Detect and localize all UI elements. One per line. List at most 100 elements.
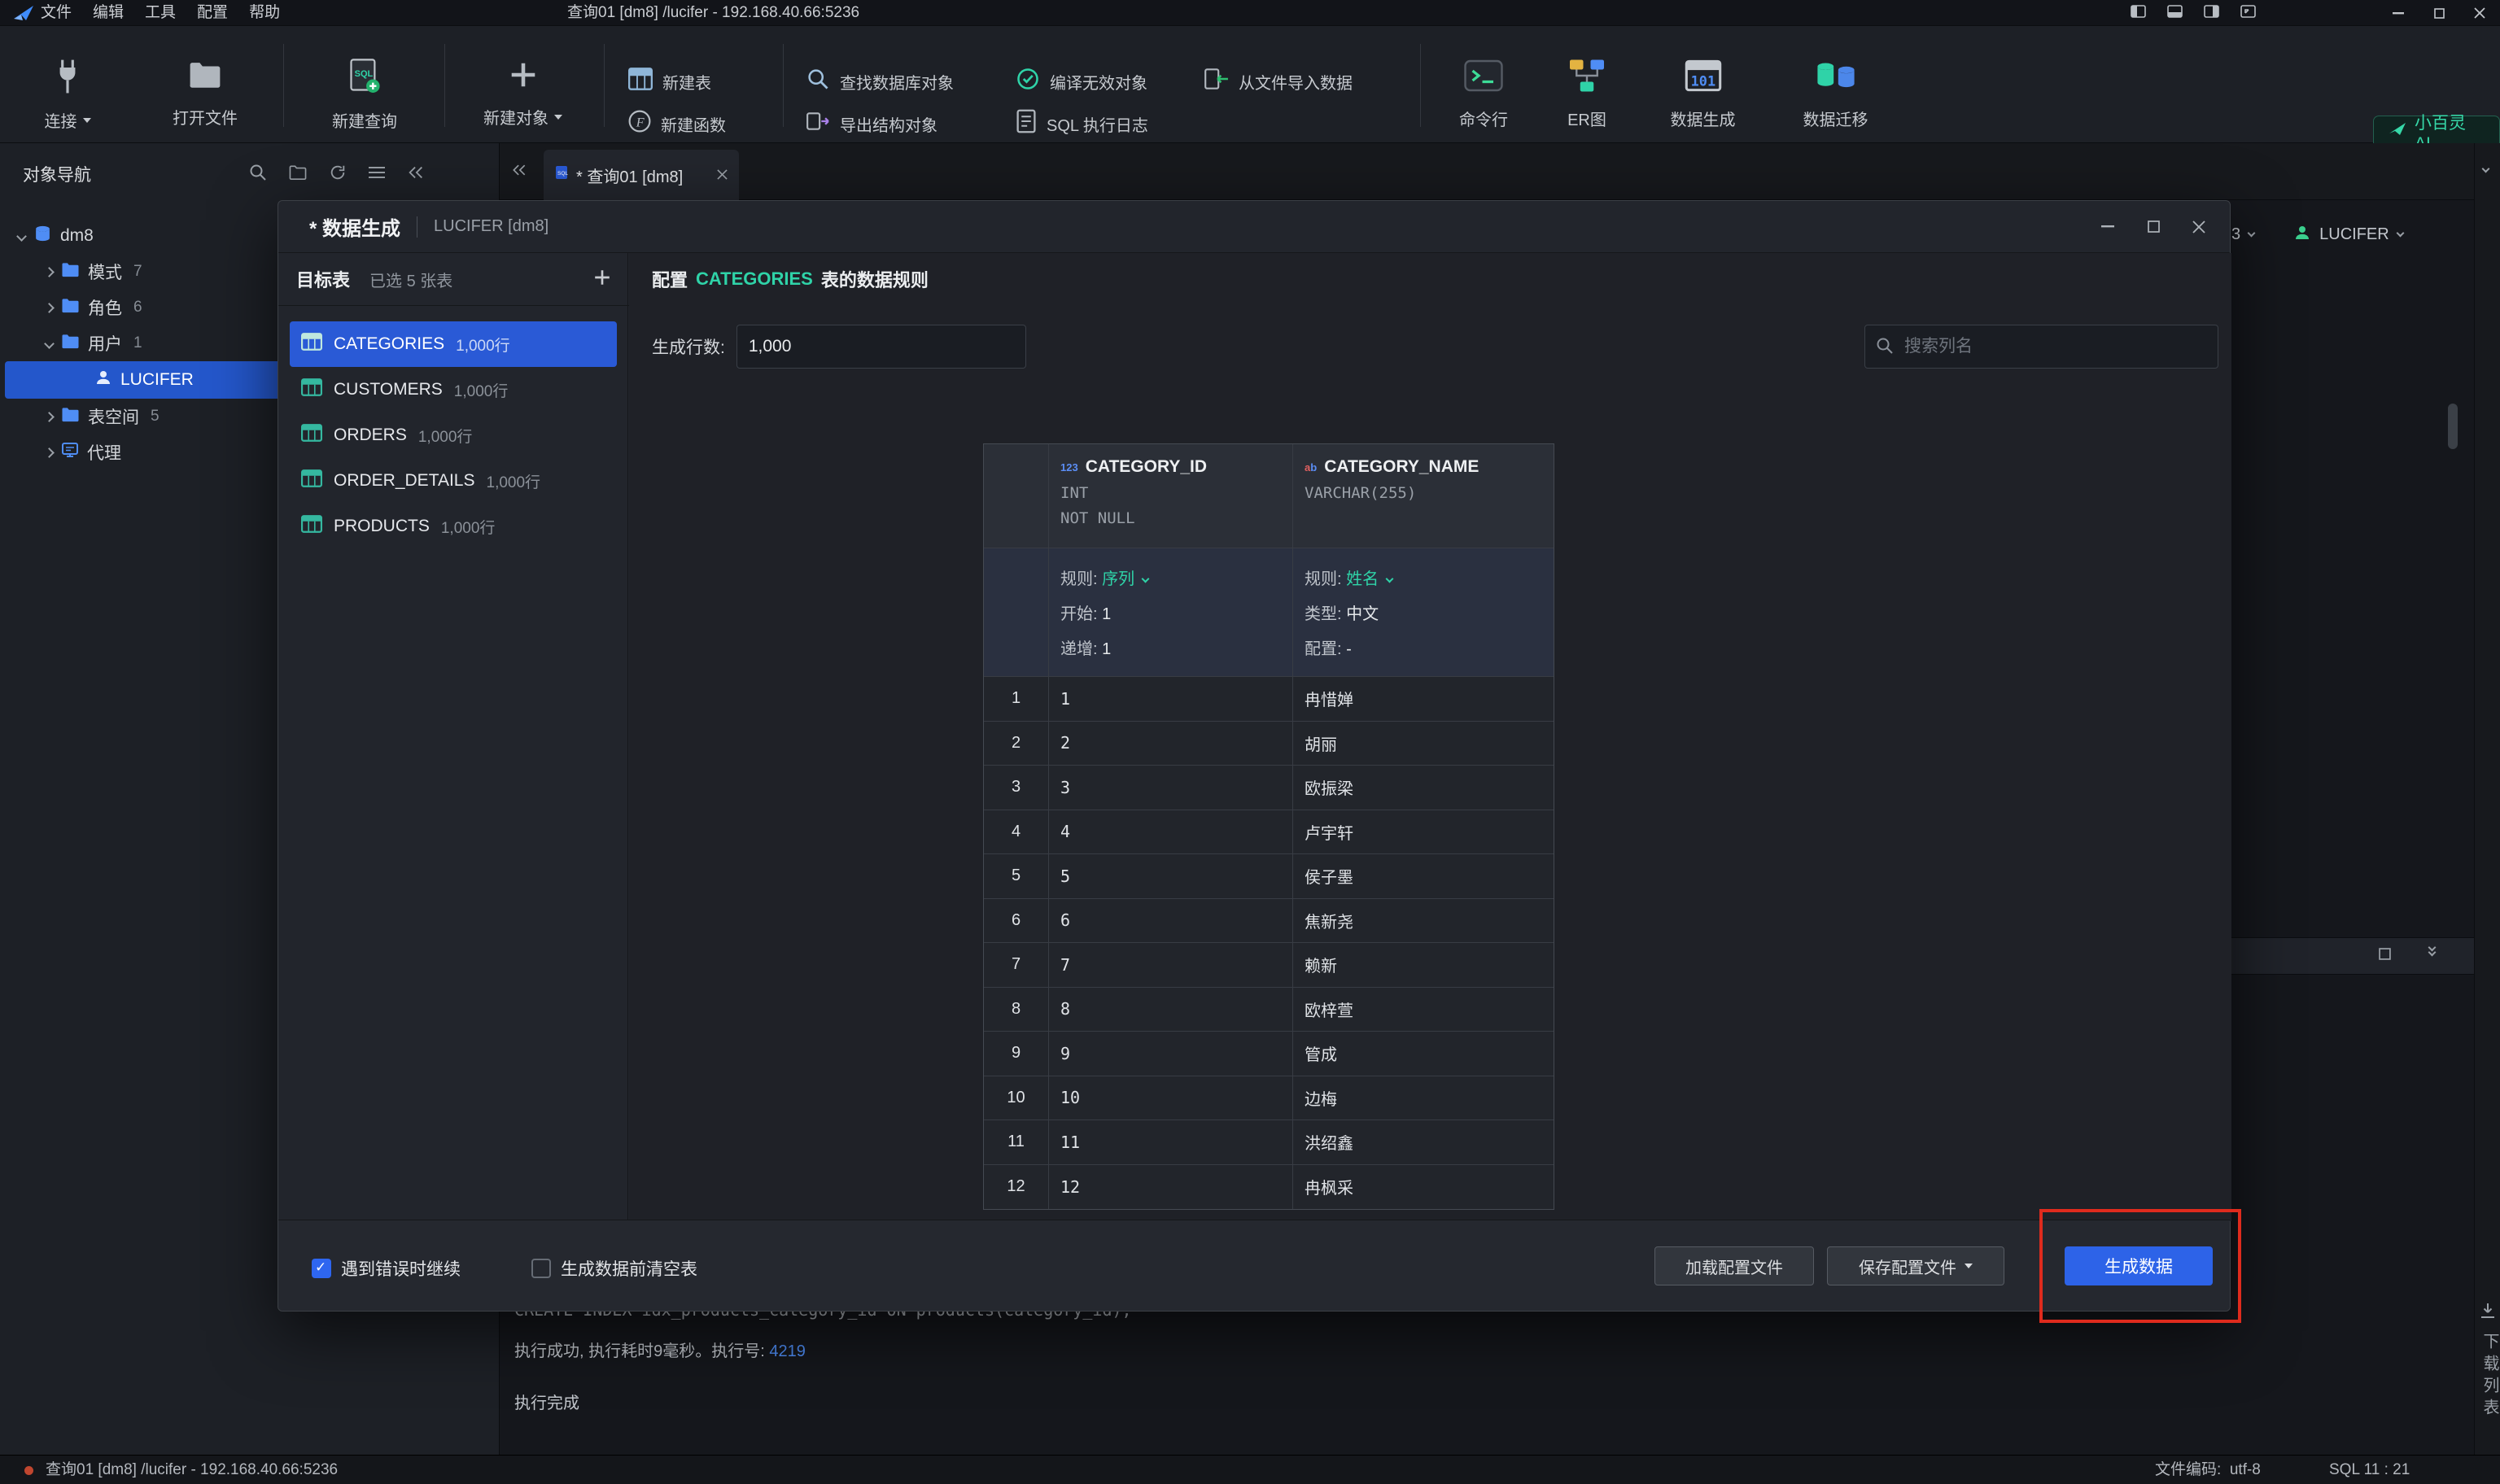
cell-category-id: 6 [1049,899,1293,943]
cmdline-button[interactable]: 命令行 [1439,59,1528,130]
table-row-count: 1,000行 [456,334,510,356]
target-table-products[interactable]: PRODUCTS 1,000行 [290,504,617,549]
target-table-customers[interactable]: CUSTOMERS 1,000行 [290,367,617,412]
tree-label: 用户 [88,331,122,356]
find-db-object-button[interactable]: 查找数据库对象 [806,67,954,96]
data-migrate-icon [1816,59,1855,97]
user-icon [94,369,112,391]
sql-log-button[interactable]: SQL 执行日志 [1016,109,1148,138]
cell-category-name: 赖新 [1293,943,1554,987]
data-generate-button[interactable]: 101 数据生成 [1648,59,1758,130]
maximize-panel-icon[interactable] [2379,948,2391,964]
target-table-categories[interactable]: CATEGORIES 1,000行 [290,321,617,367]
dialog-maximize-icon[interactable] [2131,201,2176,253]
export-struct-button[interactable]: 导出结构对象 [806,109,938,138]
results-panel-header [2231,937,2474,975]
add-target-table-button[interactable] [593,268,611,290]
truncate-before-checkbox[interactable]: 生成数据前清空表 [531,1256,697,1281]
minimize-button[interactable] [2378,0,2419,26]
compile-invalid-button[interactable]: 编译无效对象 [1016,67,1147,96]
main-toolbar: 连接 打开文件 SQL 新建查询 新建对象 新建表 F 新建函数 查找 [0,26,2500,143]
load-config-button[interactable]: 加载配置文件 [1654,1246,1814,1285]
data-migrate-button[interactable]: 数据迁移 [1781,59,1890,130]
download-icon[interactable] [2479,1302,2497,1324]
connect-button[interactable]: 连接 [23,59,112,132]
expand-right-panel-icon[interactable] [2483,161,2489,176]
tabs-scroll-left-icon[interactable] [511,163,527,181]
collapsed-chevron-icon[interactable] [44,412,55,422]
tab-close-icon[interactable] [717,166,728,185]
file-encoding[interactable]: 文件编码: utf-8 [2155,1456,2261,1484]
continue-on-error-checkbox[interactable]: 遇到错误时继续 [312,1256,461,1281]
checkbox-unchecked-icon[interactable] [531,1259,551,1278]
import-data-button[interactable]: 从文件导入数据 [1203,67,1353,96]
dialog-close-icon[interactable] [2176,201,2222,253]
panel-right-icon[interactable] [2204,5,2219,22]
database-selector-fragment[interactable]: 3 [2231,225,2240,244]
menu-icon[interactable] [369,166,385,183]
rule-cell-category-name[interactable]: 规则: 姓名 类型: 中文 配置: - [1293,548,1554,676]
collapse-panel-icon[interactable] [407,164,425,185]
menu-config[interactable]: 配置 [192,0,233,26]
open-file-button[interactable]: 打开文件 [148,59,262,129]
rule-value-dropdown[interactable]: 姓名 [1346,570,1379,588]
target-table-order-details[interactable]: ORDER_DETAILS 1,000行 [290,458,617,504]
new-table-button[interactable]: 新建表 [628,67,711,96]
preview-row: 1111洪绍鑫 [984,1120,1554,1165]
cell-category-id: 10 [1049,1076,1293,1120]
cell-category-name: 卢宇轩 [1293,810,1554,854]
menu-edit[interactable]: 编辑 [88,0,129,26]
chevron-down-icon[interactable] [2248,229,2256,237]
row-number: 12 [984,1165,1049,1210]
new-query-button[interactable]: SQL 新建查询 [308,59,422,132]
er-diagram-button[interactable]: ER图 [1550,59,1624,130]
rule-cell-category-id[interactable]: 规则: 序列 开始: 1 递增: 1 [1049,548,1293,676]
dialog-minimize-icon[interactable] [2085,201,2131,253]
new-object-button[interactable]: 新建对象 [460,59,586,129]
save-config-button[interactable]: 保存配置文件 [1827,1246,2004,1285]
close-button[interactable] [2459,0,2500,26]
menu-file[interactable]: 文件 [36,0,76,26]
toolbar-divider [604,44,605,127]
new-function-button[interactable]: F 新建函数 [628,109,726,138]
menu-help[interactable]: 帮助 [244,0,285,26]
expand-chevron-icon[interactable] [44,338,55,349]
menu-tools[interactable]: 工具 [140,0,181,26]
maximize-button[interactable] [2419,0,2459,26]
row-number: 2 [984,722,1049,766]
database-icon [33,225,52,248]
chevron-down-icon[interactable] [2396,229,2404,237]
new-function-label: 新建函数 [661,112,726,136]
schema-user-selector[interactable]: LUCIFER [2319,225,2389,244]
log-icon [1016,109,1037,138]
preview-row: 88欧梓萱 [984,988,1554,1032]
editor-tab[interactable]: SQL * 查询01 [dm8] [544,150,739,200]
preview-row: 44卢宇轩 [984,810,1554,855]
grid-header-row: 123CATEGORY_ID INT NOT NULL abCATEGORY_N… [984,444,1554,548]
execution-number-link[interactable]: 4219 [769,1342,806,1360]
rowcount-input[interactable] [736,325,1026,369]
chevron-down-icon [1385,575,1393,583]
panel-restore-icon[interactable] [2240,5,2256,22]
collapsed-chevron-icon[interactable] [44,303,55,313]
locate-folder-icon[interactable] [289,164,307,185]
refresh-icon[interactable] [329,164,347,186]
row-number: 5 [984,854,1049,898]
checkbox-checked-icon[interactable] [312,1259,331,1278]
column-header-category-name[interactable]: abCATEGORY_NAME VARCHAR(255) [1293,444,1554,548]
download-list-tab[interactable]: 下载列表 [2478,1333,2500,1421]
panel-left-icon[interactable] [2131,5,2146,22]
search-column-input[interactable] [1864,325,2218,369]
dialog-header[interactable]: * 数据生成 LUCIFER [dm8] [278,201,2230,253]
row-number: 6 [984,899,1049,943]
collapsed-chevron-icon[interactable] [44,267,55,277]
expand-chevron-icon[interactable] [16,231,27,242]
target-table-orders[interactable]: ORDERS 1,000行 [290,412,617,458]
panel-bottom-icon[interactable] [2167,5,2183,22]
column-header-category-id[interactable]: 123CATEGORY_ID INT NOT NULL [1049,444,1293,548]
collapsed-chevron-icon[interactable] [44,447,55,458]
rule-value-dropdown[interactable]: 序列 [1102,570,1134,588]
collapse-panel-down-icon[interactable] [2429,945,2435,955]
editor-scrollbar[interactable] [2448,404,2458,449]
search-icon[interactable] [249,164,267,186]
